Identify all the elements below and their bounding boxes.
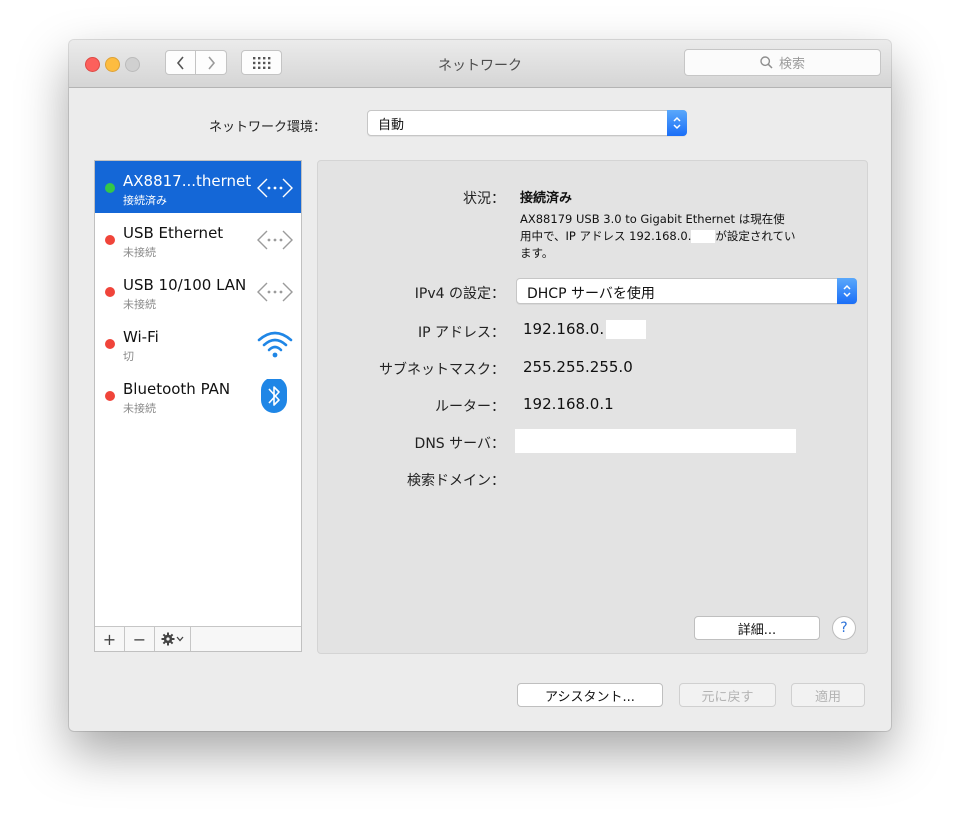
ethernet-icon: [257, 282, 293, 302]
status-label: 状況：: [463, 191, 505, 207]
ipv4-config-value: DHCP サーバを使用: [527, 286, 655, 302]
ipv4-config-label: IPv4 の設定：: [414, 286, 505, 302]
service-status: 未接続: [123, 246, 156, 259]
help-button[interactable]: ?: [832, 616, 856, 640]
remove-service-button[interactable]: −: [125, 627, 155, 651]
router-value: 192.168.0.1: [523, 395, 614, 413]
subnet-mask-label: サブネットマスク：: [379, 362, 505, 378]
search-icon: [760, 56, 773, 69]
status-description-ip: 用中で、IP アドレス 192.168.0.: [520, 229, 692, 243]
status-description-line-3: ます。: [520, 246, 554, 260]
status-description-line-1: AX88179 USB 3.0 to Gigabit Ethernet は現在使: [520, 212, 785, 226]
status-description-suffix: が設定されてい: [715, 229, 796, 243]
bluetooth-icon: [261, 379, 287, 413]
status-dot: [105, 235, 115, 245]
search-placeholder: 検索: [778, 57, 805, 72]
service-name: USB Ethernet: [123, 224, 224, 242]
status-dot: [105, 183, 115, 193]
popup-stepper-icon: [837, 278, 857, 304]
service-item-wifi[interactable]: Wi-Fi 切: [95, 317, 301, 369]
service-name: Wi-Fi: [123, 328, 159, 346]
status-description: AX88179 USB 3.0 to Gigabit Ethernet は現在使…: [520, 211, 830, 262]
status-dot: [105, 391, 115, 401]
revert-button[interactable]: 元に戻す: [679, 683, 776, 707]
dns-server-value: [515, 429, 796, 453]
ethernet-icon: [257, 178, 293, 198]
service-status: 接続済み: [123, 194, 167, 207]
network-preferences-window: ネットワーク 検索 ネットワーク環境： 自動 AX8817...thernet …: [69, 40, 891, 731]
service-item-usb-10-100-lan[interactable]: USB 10/100 LAN 未接続: [95, 265, 301, 317]
status-value: 接続済み: [520, 191, 573, 206]
dns-server-label: DNS サーバ：: [414, 436, 505, 452]
location-popup[interactable]: 自動: [367, 110, 687, 136]
detail-panel: 状況： 接続済み AX88179 USB 3.0 to Gigabit Ethe…: [317, 160, 868, 654]
service-status: 切: [123, 350, 134, 363]
service-item-bluetooth-pan[interactable]: Bluetooth PAN 未接続: [95, 369, 301, 421]
advanced-button[interactable]: 詳細...: [694, 616, 820, 640]
service-status: 未接続: [123, 298, 156, 311]
status-dot: [105, 287, 115, 297]
gear-icon: [161, 632, 183, 646]
add-service-button[interactable]: +: [95, 627, 125, 651]
ip-address-label: IP アドレス：: [417, 325, 505, 341]
assistant-button[interactable]: アシスタント...: [517, 683, 663, 707]
redacted-ip-octet: [606, 320, 646, 339]
location-label: ネットワーク環境：: [209, 120, 327, 135]
title-bar: ネットワーク 検索: [69, 40, 891, 88]
status-description-line-2: 用中で、IP アドレス 192.168.0. が設定されてい: [520, 228, 830, 245]
location-value: 自動: [378, 118, 405, 133]
service-item-usb-ethernet[interactable]: USB Ethernet 未接続: [95, 213, 301, 265]
service-name: Bluetooth PAN: [123, 380, 231, 398]
ip-address-value: 192.168.0.: [523, 320, 605, 338]
service-status: 未接続: [123, 402, 156, 415]
service-name: AX8817...thernet: [123, 172, 252, 190]
action-menu-button[interactable]: [155, 627, 191, 651]
popup-stepper-icon: [667, 110, 687, 136]
apply-button[interactable]: 適用: [791, 683, 865, 707]
search-field[interactable]: 検索: [684, 49, 881, 76]
service-name: USB 10/100 LAN: [123, 276, 247, 294]
ipv4-config-popup[interactable]: DHCP サーバを使用: [516, 278, 857, 304]
status-dot: [105, 339, 115, 349]
subnet-mask-value: 255.255.255.0: [523, 358, 633, 376]
search-domain-label: 検索ドメイン：: [407, 473, 505, 489]
ethernet-icon: [257, 230, 293, 250]
service-item-ax8817-ethernet[interactable]: AX8817...thernet 接続済み: [95, 161, 301, 213]
service-list: AX8817...thernet 接続済み USB Ethernet 未接続 U…: [94, 160, 302, 652]
redacted-octet: [691, 230, 716, 243]
router-label: ルーター：: [435, 399, 505, 415]
wifi-icon: [257, 331, 293, 358]
sidebar-toolbar: + −: [95, 626, 301, 651]
